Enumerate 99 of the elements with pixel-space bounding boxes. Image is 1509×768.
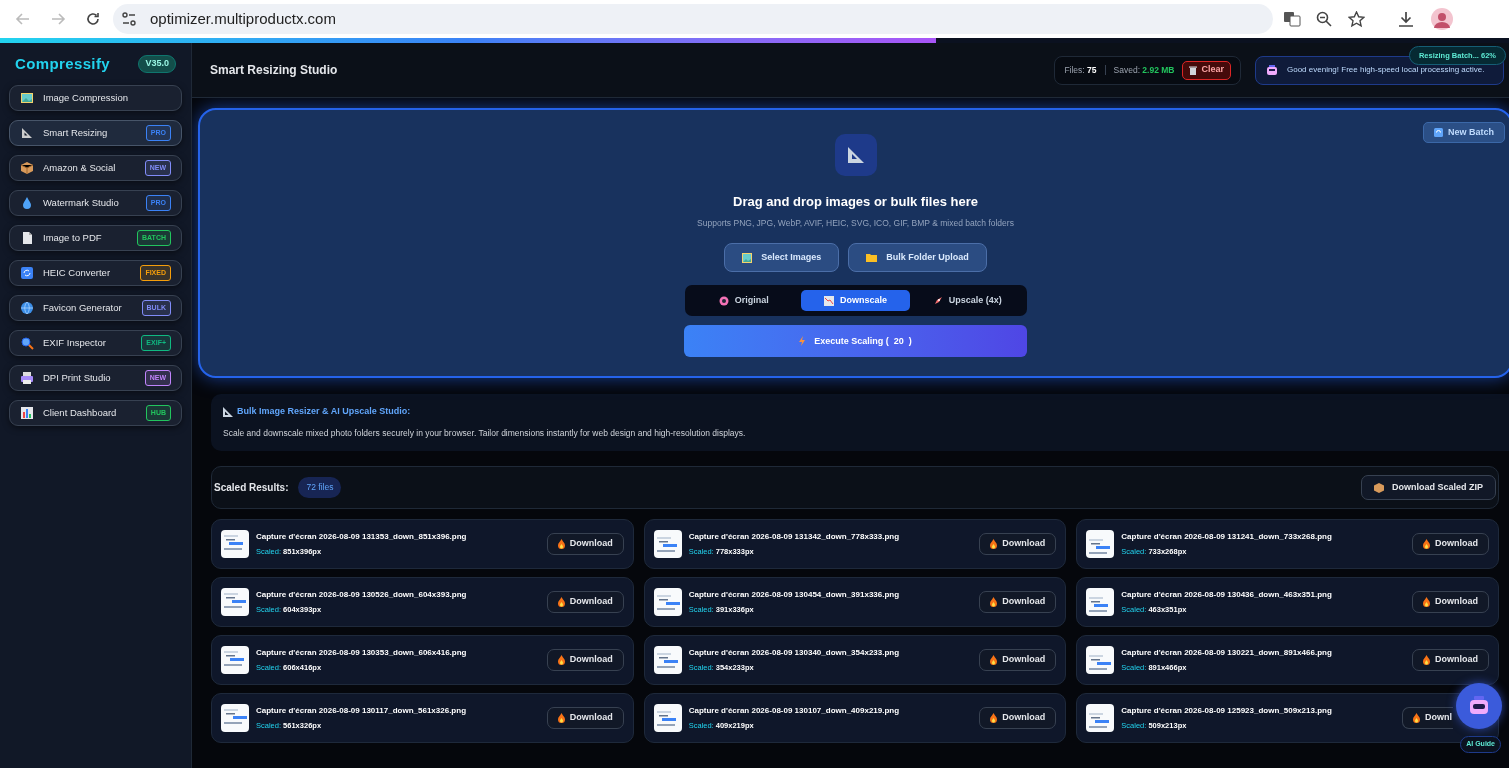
- address-bar[interactable]: optimizer.multiproductx.com: [113, 4, 1273, 34]
- ruler-icon: [845, 145, 866, 165]
- download-button[interactable]: Download: [546, 591, 624, 613]
- flame-icon: [557, 655, 565, 665]
- flame-icon: [1413, 713, 1420, 723]
- file-name: Capture d'écran 2026-08-09 131342_down_778x333.png: [688, 530, 901, 543]
- download-button[interactable]: Download: [1412, 533, 1489, 555]
- results-count: 72 files: [298, 477, 342, 498]
- info-title: Bulk Image Resizer & AI Upscale Studio:: [237, 404, 411, 418]
- chart-down-icon: [824, 295, 834, 306]
- version-badge: V35.0: [138, 55, 176, 73]
- search-icon: [20, 336, 34, 350]
- sidebar-label: HEIC Converter: [43, 265, 112, 280]
- target-icon: [718, 295, 729, 306]
- translate-icon: [1283, 10, 1301, 28]
- ruler-icon: [20, 126, 34, 140]
- globe-icon: [20, 301, 34, 315]
- flame-icon: [1423, 539, 1430, 549]
- folder-upload-button[interactable]: Bulk Folder Upload: [848, 243, 987, 273]
- file-name: Capture d'écran 2026-08-09 130117_down_561x326.png: [256, 704, 467, 717]
- flame-icon: [557, 539, 565, 549]
- robot-icon: [1468, 696, 1490, 716]
- rocket-icon: [932, 295, 943, 306]
- download-button[interactable]: Download: [979, 707, 1057, 729]
- sidebar-label: Watermark Studio: [43, 195, 120, 210]
- mode-tab[interactable]: Downscale: [801, 290, 910, 312]
- select-images-button[interactable]: Select Images: [724, 243, 840, 273]
- site-settings-icon: [121, 11, 137, 27]
- lightning-icon: [799, 336, 806, 347]
- file-name: Capture d'écran 2026-08-09 130340_down_354x233.png: [688, 646, 901, 659]
- bar-chart-icon: [20, 406, 34, 420]
- sidebar-label: Image to PDF: [43, 230, 103, 245]
- sidebar-label: Favicon Generator: [43, 300, 123, 315]
- saved-amount: Saved: 2.92 MB: [1113, 63, 1175, 77]
- sidebar-label: EXIF Inspector: [43, 335, 107, 350]
- download-button[interactable]: Download: [546, 707, 624, 729]
- file-name: Capture d'écran 2026-08-09 130526_down_604x393.png: [256, 588, 468, 601]
- mode-tab[interactable]: Upscale (4x): [912, 290, 1022, 312]
- sidebar-label: Client Dashboard: [43, 405, 118, 420]
- clear-button[interactable]: Clear: [1182, 60, 1231, 80]
- flame-icon: [1423, 597, 1430, 607]
- document-icon: [20, 231, 34, 245]
- drop-subtitle: Supports PNG, JPG, WebP, AVIF, HEIC, SVG, ICO, GIF, BMP & mixed batch folders: [697, 216, 1014, 230]
- drop-title: Drag and drop images or bulk files here: [733, 193, 978, 211]
- avatar-icon: [1431, 8, 1453, 30]
- file-name: Capture d'écran 2026-08-09 125923_down_509x213.png: [1121, 704, 1333, 717]
- sidebar-label: DPI Print Studio: [43, 370, 112, 385]
- trash-icon: [1189, 65, 1198, 75]
- file-name: Capture d'écran 2026-08-09 130353_down_606x416.png: [256, 646, 468, 659]
- flame-icon: [990, 597, 998, 607]
- download-button[interactable]: Download: [546, 649, 624, 671]
- file-name: Capture d'écran 2026-08-09 131353_down_851x396.png: [256, 530, 468, 543]
- flame-icon: [990, 713, 998, 723]
- sidebar-item[interactable]: Image Compression: [9, 85, 182, 111]
- picture-icon: [742, 252, 753, 263]
- execute-button[interactable]: Execute Scaling ( 20 ): [684, 325, 1027, 358]
- download-button[interactable]: Download: [979, 533, 1057, 555]
- flame-icon: [557, 597, 565, 607]
- folder-icon: [866, 253, 878, 263]
- greeting-text: Good evening! Free high-speed local processing active.: [1287, 64, 1485, 76]
- download-button[interactable]: Download: [1412, 591, 1489, 613]
- back-icon: [15, 11, 31, 27]
- ruler-icon: [223, 406, 233, 417]
- download-icon: [1397, 10, 1415, 28]
- sidebar-label: Smart Resizing: [43, 125, 109, 140]
- mode-tab[interactable]: Original: [689, 290, 799, 312]
- flame-icon: [990, 655, 998, 665]
- printer-icon: [20, 371, 34, 385]
- download-button[interactable]: Download: [979, 649, 1057, 671]
- flame-icon: [557, 713, 565, 723]
- sidebar-label: Image Compression: [43, 90, 129, 105]
- files-count: Files: 75: [1064, 63, 1097, 77]
- flame-icon: [1423, 655, 1430, 665]
- droplet-icon: [20, 196, 34, 210]
- download-button[interactable]: Download: [1412, 649, 1489, 671]
- download-button[interactable]: Download: [546, 533, 624, 555]
- brand-logo: Compressify: [15, 53, 110, 74]
- flame-icon: [990, 539, 998, 549]
- forward-icon: [50, 11, 66, 27]
- drop-zone[interactable]: [198, 108, 1509, 378]
- star-icon: [1348, 10, 1365, 28]
- info-text: Scale and downscale mixed photo folders securely in your browser. Tailor dimensions instantly for web design and high-resolution displays.: [223, 427, 747, 441]
- zoom-icon: [1316, 11, 1332, 27]
- file-name: Capture d'écran 2026-08-09 130454_down_391x336.png: [688, 588, 901, 601]
- results-title: Scaled Results:: [214, 481, 289, 495]
- download-zip-button[interactable]: Download Scaled ZIP: [1361, 475, 1496, 500]
- url-text: optimizer.multiproductx.com: [150, 8, 336, 29]
- robot-icon: [1266, 64, 1278, 76]
- download-button[interactable]: Download: [979, 591, 1057, 613]
- reload-icon: [85, 11, 101, 27]
- new-batch-button[interactable]: New Batch: [1423, 122, 1505, 143]
- file-name: Capture d'écran 2026-08-09 131241_down_733x268.png: [1121, 530, 1333, 543]
- download-button[interactable]: Downl: [1402, 707, 1453, 729]
- file-name: Capture d'écran 2026-08-09 130107_down_409x219.png: [688, 704, 901, 717]
- picture-icon: [20, 91, 34, 105]
- file-name: Capture d'écran 2026-08-09 130436_down_463x351.png: [1121, 588, 1333, 601]
- file-name: Capture d'écran 2026-08-09 130221_down_891x466.png: [1121, 646, 1333, 659]
- page-title: Smart Resizing Studio: [210, 62, 339, 79]
- sidebar-label: Amazon & Social: [43, 160, 117, 175]
